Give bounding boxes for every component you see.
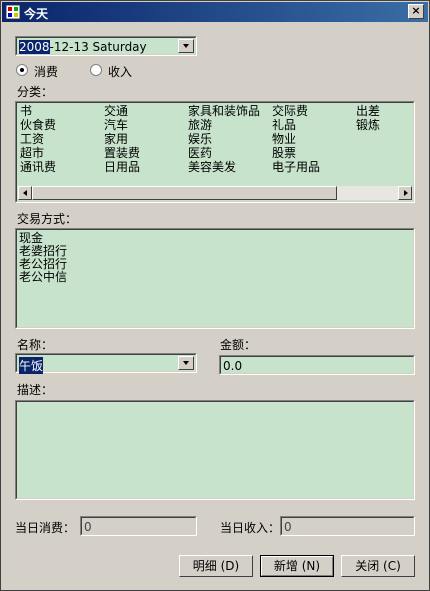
name-label: 名称： xyxy=(17,338,54,352)
add-button[interactable]: 新增 (N) xyxy=(260,555,334,577)
category-item[interactable]: 美容美发 xyxy=(188,161,236,174)
category-label: 分类： xyxy=(17,85,54,99)
date-rest: -12-13 Saturday xyxy=(49,40,147,54)
date-year: 2008 xyxy=(19,40,50,54)
category-list[interactable]: 书 伙食费 工资 超市 通讯费 交通 汽车 家用 置装费 日用品 家具和装饰品 … xyxy=(15,101,415,203)
amount-field[interactable]: 0.0 xyxy=(219,355,415,375)
category-item[interactable]: 电子用品 xyxy=(272,161,320,174)
payment-list-border xyxy=(16,229,414,328)
category-item[interactable]: 日用品 xyxy=(104,161,140,174)
category-item[interactable]: 交际费 xyxy=(272,105,308,118)
category-item[interactable]: 礼品 xyxy=(272,119,296,132)
description-field[interactable] xyxy=(15,400,415,500)
radio-expense[interactable] xyxy=(16,64,28,76)
window-title: 今天 xyxy=(24,7,49,21)
close-icon[interactable]: × xyxy=(408,4,424,19)
category-item[interactable]: 工资 xyxy=(20,133,44,146)
category-item[interactable]: 旅游 xyxy=(188,119,212,132)
category-item[interactable]: 汽车 xyxy=(104,119,128,132)
category-hscrollbar[interactable] xyxy=(18,186,412,200)
daily-income-field: 0 xyxy=(280,516,415,536)
daily-expense-field: 0 xyxy=(80,516,197,536)
category-item[interactable]: 交通 xyxy=(104,105,128,118)
category-item[interactable]: 伙食费 xyxy=(20,119,56,132)
date-picker[interactable]: 2008-12-13 Saturday xyxy=(15,36,197,56)
close-button[interactable]: 关闭 (C) xyxy=(341,555,415,577)
name-combo[interactable]: 午饭 xyxy=(15,353,197,374)
category-item[interactable]: 书 xyxy=(20,105,32,118)
chevron-down-icon[interactable] xyxy=(178,39,194,53)
amount-label: 金额： xyxy=(220,338,257,352)
title-bar: 今天 × xyxy=(2,2,428,22)
amount-field-border xyxy=(220,356,414,374)
category-item[interactable]: 娱乐 xyxy=(188,133,212,146)
category-item[interactable]: 出差 xyxy=(356,105,380,118)
category-item[interactable]: 物业 xyxy=(272,133,296,146)
daily-income-border xyxy=(281,517,414,535)
list-item[interactable]: 老公中信 xyxy=(19,271,67,284)
radio-expense-label: 消费 xyxy=(34,65,59,79)
chevron-down-icon[interactable] xyxy=(178,356,194,370)
scroll-left-icon[interactable] xyxy=(18,186,32,200)
payment-label: 交易方式： xyxy=(17,212,78,226)
radio-income-label: 收入 xyxy=(108,65,133,79)
category-item[interactable]: 家用 xyxy=(104,133,128,146)
payment-list[interactable]: 现金 老婆招行 老公招行 老公中信 xyxy=(15,228,415,329)
amount-value: 0.0 xyxy=(223,359,243,373)
date-picker-text: 2008-12-13 Saturday xyxy=(19,40,147,54)
category-item[interactable]: 医药 xyxy=(188,147,212,160)
description-label: 描述： xyxy=(17,383,54,397)
category-item[interactable]: 置装费 xyxy=(104,147,140,160)
daily-expense-value: 0 xyxy=(84,520,92,534)
daily-expense-border xyxy=(81,517,196,535)
scroll-thumb[interactable] xyxy=(32,186,337,200)
details-button[interactable]: 明细 (D) xyxy=(179,555,253,577)
daily-income-label: 当日收入： xyxy=(220,521,281,535)
daily-income-value: 0 xyxy=(284,520,292,534)
add-button-label: 新增 (N) xyxy=(273,559,321,573)
app-window: 今天 × 2008-12-13 Saturday 消费 收入 分类： 书 伙食费… xyxy=(0,0,430,591)
scroll-right-icon[interactable] xyxy=(398,186,412,200)
category-item[interactable]: 家具和装饰品 xyxy=(188,105,260,118)
description-field-border xyxy=(16,401,414,499)
app-icon xyxy=(6,5,20,19)
daily-expense-label: 当日消费： xyxy=(15,521,76,535)
category-item[interactable]: 超市 xyxy=(20,147,44,160)
category-item[interactable]: 锻炼 xyxy=(356,119,380,132)
name-value: 午饭 xyxy=(19,357,44,374)
category-item[interactable]: 股票 xyxy=(272,147,296,160)
category-item[interactable]: 通讯费 xyxy=(20,161,56,174)
radio-income[interactable] xyxy=(90,64,102,76)
